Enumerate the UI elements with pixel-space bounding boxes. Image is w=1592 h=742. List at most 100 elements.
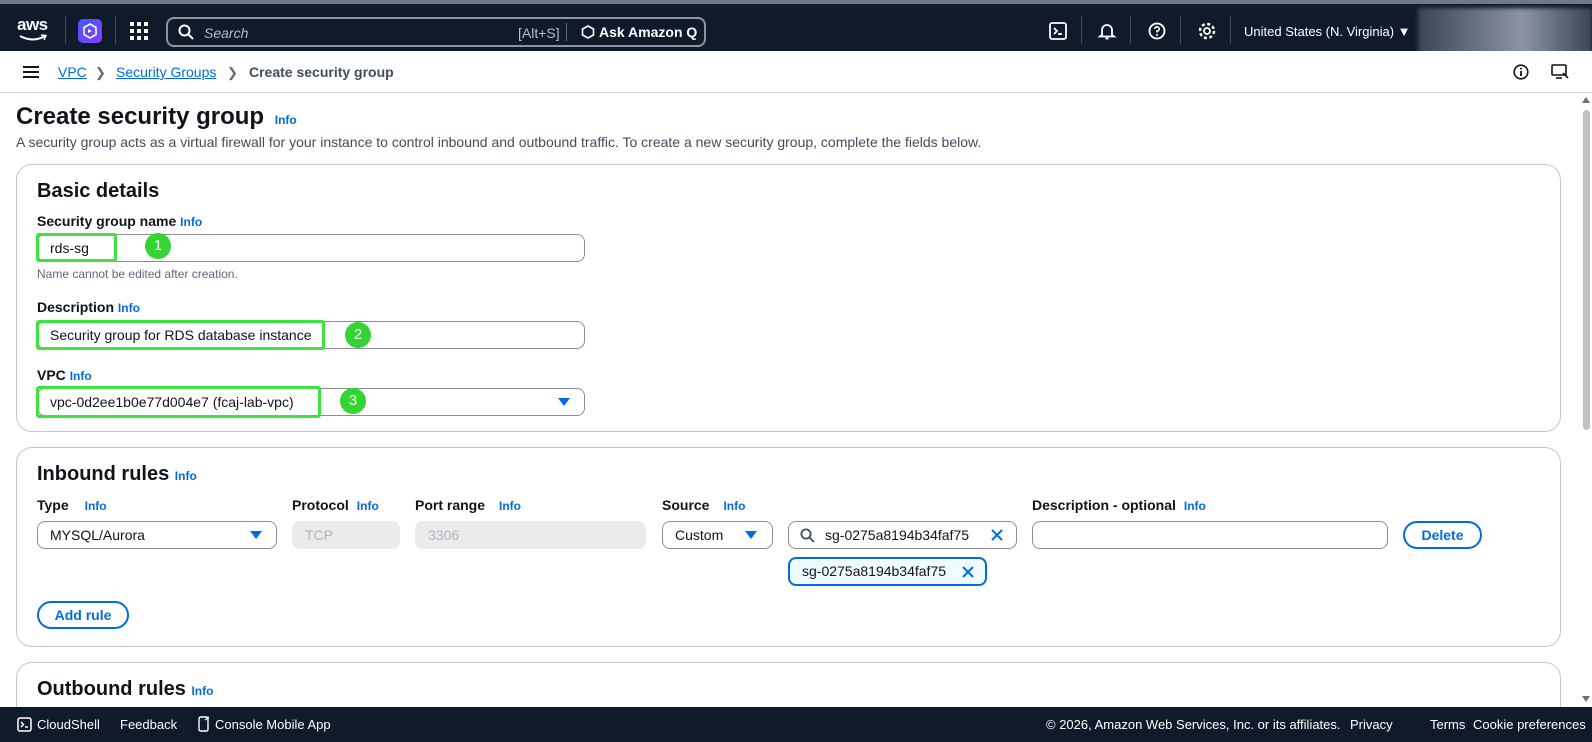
type-column-header: Type Info bbox=[37, 497, 107, 513]
protocol-column-text: Protocol bbox=[292, 497, 349, 513]
description-info-link[interactable]: Info bbox=[1184, 499, 1206, 513]
breadcrumb-current: Create security group bbox=[249, 64, 394, 80]
search-icon bbox=[800, 528, 815, 543]
port-range-info-link[interactable]: Info bbox=[499, 499, 521, 513]
breadcrumb-security-groups[interactable]: Security Groups bbox=[116, 64, 216, 80]
inbound-rules-heading-text: Inbound rules bbox=[37, 463, 170, 485]
footer-feedback-link[interactable]: Feedback bbox=[120, 717, 177, 732]
cloudshell-icon[interactable] bbox=[1048, 21, 1068, 41]
nav-divider bbox=[115, 16, 116, 44]
nav-divider bbox=[1180, 16, 1181, 44]
port-range-column-text: Port range bbox=[415, 497, 486, 513]
account-menu[interactable] bbox=[1418, 8, 1592, 55]
aws-logo[interactable]: aws bbox=[17, 15, 49, 43]
footer-cloudshell-link[interactable]: CloudShell bbox=[37, 717, 100, 732]
nav-divider bbox=[65, 16, 66, 44]
source-search-input[interactable]: sg-0275a8194b34faf75 bbox=[788, 521, 1017, 549]
services-grid-icon[interactable] bbox=[130, 22, 148, 40]
help-icon[interactable] bbox=[1147, 21, 1167, 41]
protocol-column-header: Protocol Info bbox=[292, 497, 379, 513]
source-info-link[interactable]: Info bbox=[723, 499, 745, 513]
type-info-link[interactable]: Info bbox=[85, 499, 107, 513]
mobile-phone-icon bbox=[198, 716, 210, 732]
rule-protocol-field: TCP bbox=[292, 521, 400, 549]
source-column-text: Source bbox=[662, 497, 710, 513]
port-range-column-header: Port range Info bbox=[415, 497, 521, 513]
inbound-rules-heading: Inbound rules Info bbox=[37, 463, 197, 486]
breadcrumb-vpc[interactable]: VPC bbox=[58, 64, 87, 80]
step-badge: 1 bbox=[145, 233, 171, 259]
aws-logo-text: aws bbox=[17, 15, 48, 34]
security-group-name-label-text: Security group name bbox=[37, 213, 177, 229]
highlight-box bbox=[36, 386, 321, 418]
delete-rule-button[interactable]: Delete bbox=[1403, 521, 1482, 549]
highlight-box bbox=[36, 320, 325, 350]
main-content: Create security group Info A security gr… bbox=[0, 93, 1580, 707]
info-circle-icon[interactable] bbox=[1513, 64, 1529, 80]
type-column-text: Type bbox=[37, 497, 69, 513]
bell-icon[interactable] bbox=[1097, 21, 1117, 41]
description-label-text: Description bbox=[37, 299, 115, 315]
rule-type-select[interactable]: MYSQL/Aurora bbox=[37, 521, 277, 549]
remove-token-icon[interactable] bbox=[961, 565, 975, 579]
highlight-box bbox=[36, 233, 117, 262]
scroll-down-arrow-icon[interactable] bbox=[1582, 696, 1590, 702]
protocol-info-link[interactable]: Info bbox=[357, 499, 379, 513]
ask-amazon-q-button[interactable]: Ask Amazon Q bbox=[599, 24, 697, 40]
nav-divider bbox=[1230, 16, 1231, 44]
caret-down-icon bbox=[558, 398, 570, 406]
footer-cookie-link[interactable]: Cookie preferences bbox=[1473, 717, 1586, 732]
description-column-text: Description - optional bbox=[1032, 497, 1176, 513]
source-token: sg-0275a8194b34faf75 bbox=[788, 557, 987, 586]
outbound-info-link[interactable]: Info bbox=[191, 684, 213, 698]
footer-privacy-link[interactable]: Privacy bbox=[1350, 717, 1393, 732]
page-title-text: Create security group bbox=[16, 103, 265, 130]
clear-icon[interactable] bbox=[990, 528, 1004, 542]
step-badge: 3 bbox=[340, 388, 366, 414]
page-title: Create security group Info bbox=[16, 103, 297, 131]
scroll-up-arrow-icon[interactable] bbox=[1582, 97, 1590, 103]
description-info-link[interactable]: Info bbox=[118, 301, 140, 315]
inbound-rules-panel: Inbound rules Info Type Info Protocol Info… bbox=[16, 447, 1561, 647]
chevron-right-icon: ❯ bbox=[95, 65, 106, 80]
vpc-info-link[interactable]: Info bbox=[70, 369, 92, 383]
basic-details-heading: Basic details bbox=[37, 180, 160, 202]
footer-mobile-app-link[interactable]: Console Mobile App bbox=[215, 717, 331, 732]
settings-icon[interactable] bbox=[1197, 21, 1217, 41]
vpc-label: VPC Info bbox=[37, 367, 92, 383]
cloudshell-icon bbox=[17, 717, 32, 732]
add-rule-button[interactable]: Add rule bbox=[37, 601, 129, 629]
inbound-info-link[interactable]: Info bbox=[175, 469, 197, 483]
basic-details-panel: Basic details Security group name Info r… bbox=[16, 164, 1561, 432]
chevron-right-icon: ❯ bbox=[227, 65, 238, 80]
rule-port-range-field: 3306 bbox=[415, 521, 646, 549]
region-label: United States (N. Virginia) bbox=[1244, 24, 1395, 39]
nav-divider bbox=[1130, 16, 1131, 44]
page-description: A security group acts as a virtual firew… bbox=[16, 134, 982, 150]
feedback-screen-icon[interactable] bbox=[1551, 64, 1569, 80]
footer-terms-link[interactable]: Terms bbox=[1430, 717, 1465, 732]
breadcrumb-bar: VPC ❯ Security Groups ❯ Create security … bbox=[0, 51, 1592, 93]
step-badge: 2 bbox=[345, 322, 371, 348]
footer-copyright: © 2026, Amazon Web Services, Inc. or its… bbox=[1046, 717, 1341, 732]
outbound-rules-heading-text: Outbound rules bbox=[37, 678, 186, 700]
search-placeholder: Search bbox=[204, 25, 249, 41]
name-info-link[interactable]: Info bbox=[180, 215, 202, 229]
security-group-name-input[interactable]: rds-sg bbox=[37, 234, 585, 262]
caret-down-icon bbox=[745, 531, 757, 539]
outbound-rules-panel: Outbound rules Info bbox=[16, 662, 1561, 707]
page-info-link[interactable]: Info bbox=[275, 113, 297, 127]
top-navigation: aws Search [Alt+S] Ask Amazon Q United S… bbox=[0, 0, 1592, 55]
aws-smile-icon bbox=[19, 34, 47, 41]
description-column-header: Description - optional Info bbox=[1032, 497, 1206, 513]
hamburger-menu-icon[interactable] bbox=[23, 66, 39, 78]
search-shortcut: [Alt+S] bbox=[518, 25, 560, 41]
search-divider bbox=[566, 23, 567, 41]
rule-description-input[interactable] bbox=[1032, 521, 1388, 549]
search-bar[interactable]: Search [Alt+S] Ask Amazon Q bbox=[166, 17, 706, 47]
scrollbar-thumb[interactable] bbox=[1583, 110, 1590, 430]
region-selector[interactable]: United States (N. Virginia) ▼ bbox=[1244, 24, 1411, 39]
page-scrollbar[interactable] bbox=[1580, 93, 1592, 707]
footer: CloudShell Feedback Console Mobile App ©… bbox=[0, 707, 1592, 742]
amazon-q-logo-icon[interactable] bbox=[78, 19, 102, 43]
